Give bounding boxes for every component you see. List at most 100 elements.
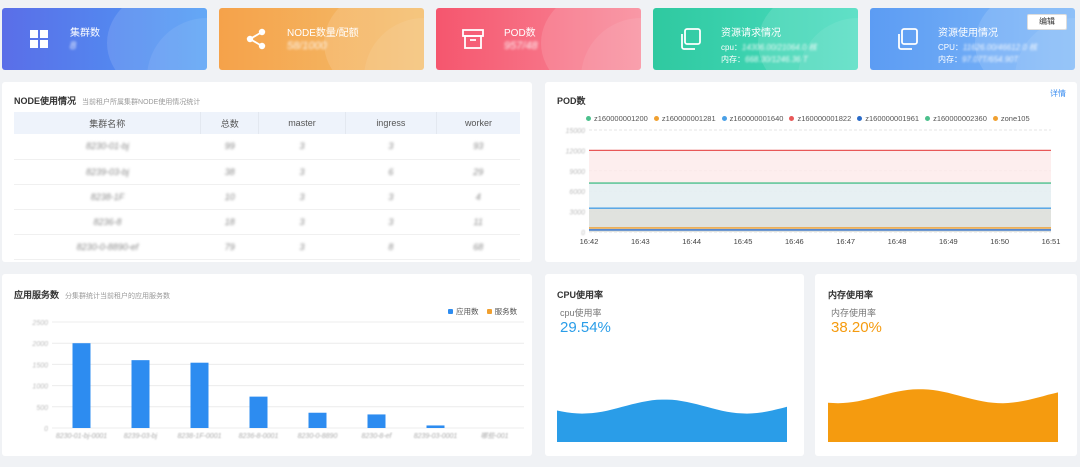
- mem-rate-label: 内存使用率: [831, 308, 877, 318]
- x-tick-label: 8230-0-8890: [298, 433, 338, 440]
- node-panel-subtitle: 当前租户所属集群NODE使用情况统计: [82, 99, 201, 106]
- x-tick-label: 8236-8-0001: [239, 433, 279, 440]
- table-row: 8230-01-bj 99 3 3 93: [14, 134, 520, 160]
- cpu-rate-label: cpu使用率: [560, 308, 602, 318]
- y-tick-label: 12000: [566, 148, 586, 155]
- x-tick-label: 16:42: [580, 237, 599, 246]
- cpu-wave-chart: [557, 399, 787, 442]
- node-usage-table: 集群名称 总数 master ingress worker 8230-01-bj…: [14, 112, 520, 260]
- stat-card-pods: POD数 957/48: [436, 8, 641, 70]
- y-tick-label: 15000: [566, 128, 586, 135]
- legend-item[interactable]: z160000002360: [925, 114, 987, 123]
- card-title: 资源使用情况: [938, 28, 998, 39]
- x-tick-label: 8230-01-bj-0001: [56, 433, 107, 440]
- legend-swatch: [653, 116, 659, 121]
- x-tick-label: 16:46: [785, 237, 804, 246]
- app-panel-title: 应用服务数 分集群统计当前租户的应用服务数: [14, 290, 171, 300]
- edit-button[interactable]: 编辑: [1027, 14, 1067, 30]
- stat-card-resource-requests: 资源请求情况 cpu：14306.00/21064.0 核 内存：668.30/…: [653, 8, 858, 70]
- copy-icon: [898, 28, 918, 50]
- legend-swatch: [486, 309, 492, 314]
- legend-item[interactable]: z160000001822: [789, 114, 851, 123]
- table-row: 8239-03-bj 38 3 6 29: [14, 159, 520, 185]
- card-title: 集群数: [70, 28, 100, 39]
- card-value: 58/1000: [287, 40, 327, 52]
- bar: [190, 362, 209, 428]
- legend-item[interactable]: z160000001200: [586, 114, 648, 123]
- mem-label: 内存：: [721, 55, 745, 64]
- legend-item[interactable]: z160000001961: [857, 114, 919, 123]
- detail-link[interactable]: 详情: [1050, 88, 1066, 99]
- x-tick-label: 16:48: [888, 237, 907, 246]
- mem-value: 668.30/1246.36 T: [745, 55, 808, 64]
- copy-icon: [681, 28, 701, 50]
- stat-card-nodes: NODE数量/配额 58/1000: [219, 8, 424, 70]
- col-header[interactable]: 集群名称: [14, 112, 202, 134]
- y-tick-label: 2000: [31, 341, 48, 348]
- legend-label: 服务数: [494, 307, 518, 316]
- x-tick-label: 8239-03-bj: [124, 433, 158, 440]
- y-tick-label: 1500: [32, 362, 48, 369]
- legend-swatch: [789, 116, 795, 121]
- y-tick-label: 2500: [31, 320, 48, 327]
- y-tick-label: 1000: [32, 384, 48, 391]
- mem-rate-value: 38.20%: [831, 319, 882, 336]
- archive-icon: [462, 29, 484, 49]
- y-tick-label: 9000: [569, 169, 585, 176]
- x-tick-label: 8239-03-0001: [414, 433, 458, 440]
- x-tick-label: 16:51: [1042, 237, 1061, 246]
- pod-line-chart: 15000 12000 9000 6000 3000 016:42 16:43 16:44 16…: [566, 128, 1061, 246]
- pod-chart-legend: z160000001200 z160000001281 z160000001640 z…: [586, 114, 1036, 123]
- legend-swatch: [721, 116, 727, 121]
- legend-label: z160000001961: [865, 114, 920, 123]
- cpu-value: 14306.00/21064.0 核: [741, 43, 817, 52]
- mem-panel-title: 内存使用率: [828, 290, 874, 300]
- y-tick-label: 6000: [569, 189, 585, 196]
- table-row: 8230-0-8890-ef 79 3 8 68: [14, 234, 520, 260]
- cpu-label: CPU：: [938, 43, 963, 52]
- col-header[interactable]: 总数: [200, 112, 260, 134]
- bar: [308, 412, 327, 428]
- wave-fill: [828, 389, 1058, 442]
- y-tick-label: 500: [36, 405, 48, 412]
- legend-label: zone105: [1000, 114, 1030, 123]
- mem-label: 内存：: [938, 55, 962, 64]
- cpu-value: 11626.00/46612.0 核: [962, 43, 1038, 52]
- bar: [72, 343, 91, 428]
- x-tick-label: 16:50: [990, 237, 1009, 246]
- legend-item[interactable]: zone105: [992, 114, 1030, 123]
- node-panel-title: NODE使用情况 当前租户所属集群NODE使用情况统计: [14, 96, 201, 106]
- card-value: 8: [70, 40, 77, 52]
- wave-fill: [557, 399, 787, 442]
- y-tick-label: 3000: [569, 210, 585, 217]
- app-panel-subtitle: 分集群统计当前租户的应用服务数: [65, 293, 171, 300]
- app-bar-chart: 2500 2000 1500 1000 500 0 8230-01-bj-0001 8239-…: [31, 320, 524, 440]
- legend-label: 应用数: [456, 307, 479, 316]
- legend-swatch: [925, 116, 931, 121]
- x-tick-label: 16:47: [836, 237, 855, 246]
- x-tick-label: 16:43: [631, 237, 650, 246]
- col-header[interactable]: master: [258, 112, 346, 134]
- legend-label: z160000001281: [661, 114, 716, 123]
- legend-item[interactable]: z160000001640: [721, 114, 784, 123]
- legend-label: z160000001640: [729, 114, 784, 123]
- bar: [367, 414, 386, 428]
- bar: [426, 425, 445, 428]
- legend-label: z160000001200: [594, 114, 648, 123]
- bar: [131, 360, 150, 428]
- legend-swatch: [857, 116, 863, 121]
- table-row: 8236-8 18 3 3 11: [14, 209, 520, 235]
- legend-label: z160000002360: [933, 114, 987, 123]
- legend-label: z160000001822: [797, 114, 852, 123]
- cpu-label: cpu：: [721, 43, 742, 52]
- card-title: NODE数量/配额: [287, 28, 359, 39]
- x-tick-label: 16:45: [734, 237, 753, 246]
- col-header[interactable]: worker: [436, 112, 520, 134]
- x-tick-label: 8238-1F-0001: [178, 433, 222, 440]
- mem-wave-chart: [828, 389, 1058, 442]
- legend-item[interactable]: z160000001281: [653, 114, 716, 123]
- x-tick-label: 8230-8-ef: [362, 433, 393, 440]
- y-tick-label: 0: [44, 426, 48, 433]
- y-tick-label: 0: [581, 230, 585, 237]
- col-header[interactable]: ingress: [345, 112, 437, 134]
